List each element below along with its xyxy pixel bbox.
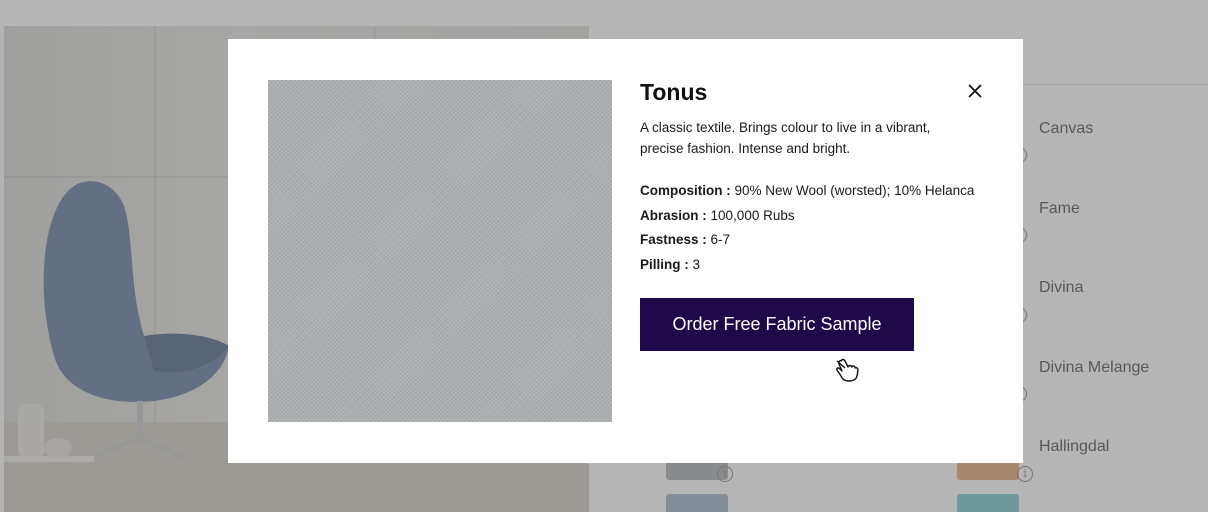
spec-composition: Composition : 90% New Wool (worsted); 10… (640, 179, 974, 204)
spec-label: Composition : (640, 183, 731, 198)
fabric-title: Tonus (640, 79, 708, 105)
spec-value: 90% New Wool (worsted); 10% Helanca (734, 183, 975, 198)
spec-fastness: Fastness : 6-7 (640, 228, 974, 253)
spec-label: Abrasion : (640, 207, 707, 223)
spec-value: 100,000 Rubs (710, 207, 795, 223)
fabric-detail-modal: Tonus A classic textile. Brings colour t… (228, 39, 1023, 463)
spec-value: 3 (692, 256, 701, 272)
close-icon (968, 84, 982, 98)
hand-pointer-icon (836, 358, 859, 382)
order-free-sample-button[interactable]: Order Free Fabric Sample (640, 298, 914, 351)
spec-value: 6-7 (710, 232, 731, 247)
spec-label: Pilling : (640, 256, 689, 272)
spec-abrasion: Abrasion : 100,000 Rubs (640, 204, 974, 229)
fabric-description: A classic textile. Brings colour to live… (640, 120, 931, 156)
spec-label: Fastness : (640, 232, 707, 247)
fabric-sample-image (268, 80, 612, 422)
close-button[interactable] (963, 79, 987, 103)
spec-pilling: Pilling : 3 (640, 253, 974, 278)
fabric-specs: Composition : 90% New Wool (worsted); 10… (640, 179, 974, 277)
